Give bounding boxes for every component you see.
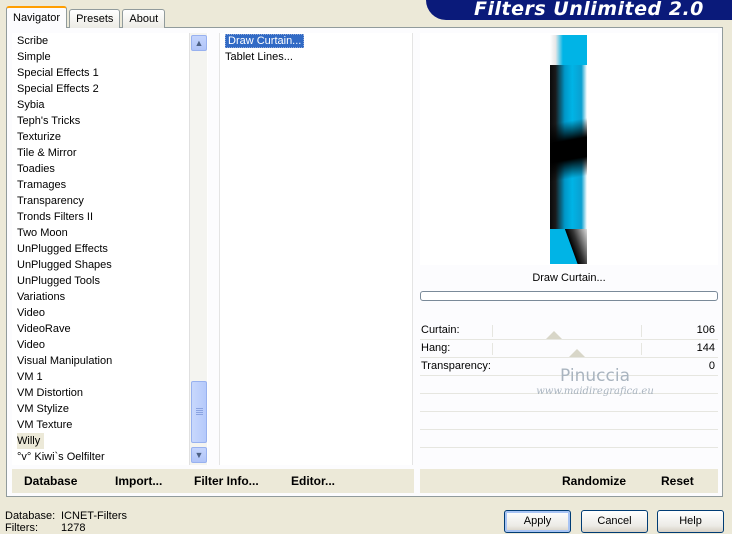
right-button-bar: Randomize Reset [420, 469, 718, 493]
category-item[interactable]: Special Effects 2 [12, 81, 208, 97]
empty-slider-row [420, 376, 718, 394]
scroll-thumb[interactable] [191, 381, 207, 443]
preview-filter-name: Draw Curtain... [532, 272, 606, 284]
app-title: Filters Unlimited 2.0 [474, 0, 704, 20]
category-item[interactable]: Special Effects 1 [12, 65, 208, 81]
preview-area [420, 33, 718, 265]
import-button[interactable]: Import... [115, 474, 162, 488]
slider-thumb[interactable] [568, 349, 585, 357]
slider-value: 0 [708, 360, 715, 372]
tab-strip: Navigator Presets About [6, 6, 167, 28]
progress-bar [420, 291, 718, 301]
slider-label: Transparency: [421, 360, 491, 372]
database-value: ICNET-Filters [61, 510, 127, 522]
filters-count: 1278 [61, 522, 86, 534]
empty-slider-row [420, 430, 718, 448]
category-item[interactable]: Video [12, 337, 208, 353]
slider-hang[interactable]: Hang: 144 [420, 340, 718, 358]
slider-track[interactable] [492, 343, 642, 355]
category-item[interactable]: Video [12, 305, 208, 321]
empty-slider-row [420, 448, 718, 466]
category-item[interactable]: VM Texture [12, 417, 208, 433]
status-area: Database: ICNET-Filters Filters: 1278 [5, 510, 127, 534]
category-item[interactable]: Willy [12, 433, 208, 449]
apply-button[interactable]: Apply [504, 510, 571, 533]
randomize-button[interactable]: Randomize [562, 474, 626, 488]
category-item[interactable]: Visual Manipulation [12, 353, 208, 369]
slider-value: 106 [696, 324, 715, 336]
scroll-down-icon[interactable]: ▼ [191, 447, 207, 463]
category-item[interactable]: °v° Kiwi`s Oelfilter [12, 449, 208, 465]
category-item[interactable]: Tronds Filters II [12, 209, 208, 225]
app-title-banner: Filters Unlimited 2.0 [426, 0, 732, 20]
scroll-up-icon[interactable]: ▲ [191, 35, 207, 51]
slider-transparency[interactable]: Transparency: 0 [420, 358, 718, 376]
left-button-bar: Database Import... Filter Info... Editor… [12, 469, 414, 493]
category-scrollbar[interactable]: ▲ ▼ [189, 33, 207, 465]
slider-track[interactable] [492, 325, 642, 337]
category-item[interactable]: Sybia [12, 97, 208, 113]
filter-info-button[interactable]: Filter Info... [194, 474, 259, 488]
editor-button[interactable]: Editor... [291, 474, 335, 488]
slider-value: 144 [696, 342, 715, 354]
empty-slider-row [420, 412, 718, 430]
filter-list[interactable]: Draw Curtain... Tablet Lines... [219, 33, 413, 465]
category-item[interactable]: UnPlugged Tools [12, 273, 208, 289]
tab-about[interactable]: About [122, 9, 166, 28]
category-item[interactable]: VM Stylize [12, 401, 208, 417]
category-item[interactable]: VM Distortion [12, 385, 208, 401]
reset-button[interactable]: Reset [661, 474, 694, 488]
category-item[interactable]: Teph's Tricks [12, 113, 208, 129]
filter-item[interactable]: Tablet Lines... [220, 49, 412, 65]
category-item[interactable]: Variations [12, 289, 208, 305]
category-item[interactable]: Scribe [12, 33, 208, 49]
filters-label: Filters: [5, 522, 38, 534]
filter-item[interactable]: Draw Curtain... [220, 33, 412, 49]
slider-thumb[interactable] [546, 331, 563, 339]
help-button[interactable]: Help [657, 510, 724, 533]
category-item[interactable]: UnPlugged Effects [12, 241, 208, 257]
slider-curtain[interactable]: Curtain: 106 [420, 322, 718, 340]
category-item[interactable]: UnPlugged Shapes [12, 257, 208, 273]
grip-icon [196, 408, 203, 416]
slider-label: Curtain: [421, 324, 460, 336]
tab-presets[interactable]: Presets [69, 9, 121, 28]
category-item[interactable]: VideoRave [12, 321, 208, 337]
category-item[interactable]: Transparency [12, 193, 208, 209]
category-item[interactable]: VM 1 [12, 369, 208, 385]
slider-label: Hang: [421, 342, 451, 354]
database-label: Database: [5, 510, 56, 522]
preview-image [550, 35, 587, 264]
database-button[interactable]: Database [24, 474, 77, 488]
category-item[interactable]: Tile & Mirror [12, 145, 208, 161]
category-item[interactable]: Simple [12, 49, 208, 65]
empty-slider-row [420, 394, 718, 412]
cancel-button[interactable]: Cancel [581, 510, 648, 533]
category-item[interactable]: Texturize [12, 129, 208, 145]
tab-navigator[interactable]: Navigator [6, 6, 68, 28]
category-list[interactable]: Scribe Simple Special Effects 1 Special Eff… [12, 33, 208, 465]
category-item[interactable]: Tramages [12, 177, 208, 193]
category-item[interactable]: Two Moon [12, 225, 208, 241]
category-item[interactable]: Toadies [12, 161, 208, 177]
parameter-sliders: Curtain: 106 Hang: 144 Transparency: 0 [420, 322, 718, 464]
